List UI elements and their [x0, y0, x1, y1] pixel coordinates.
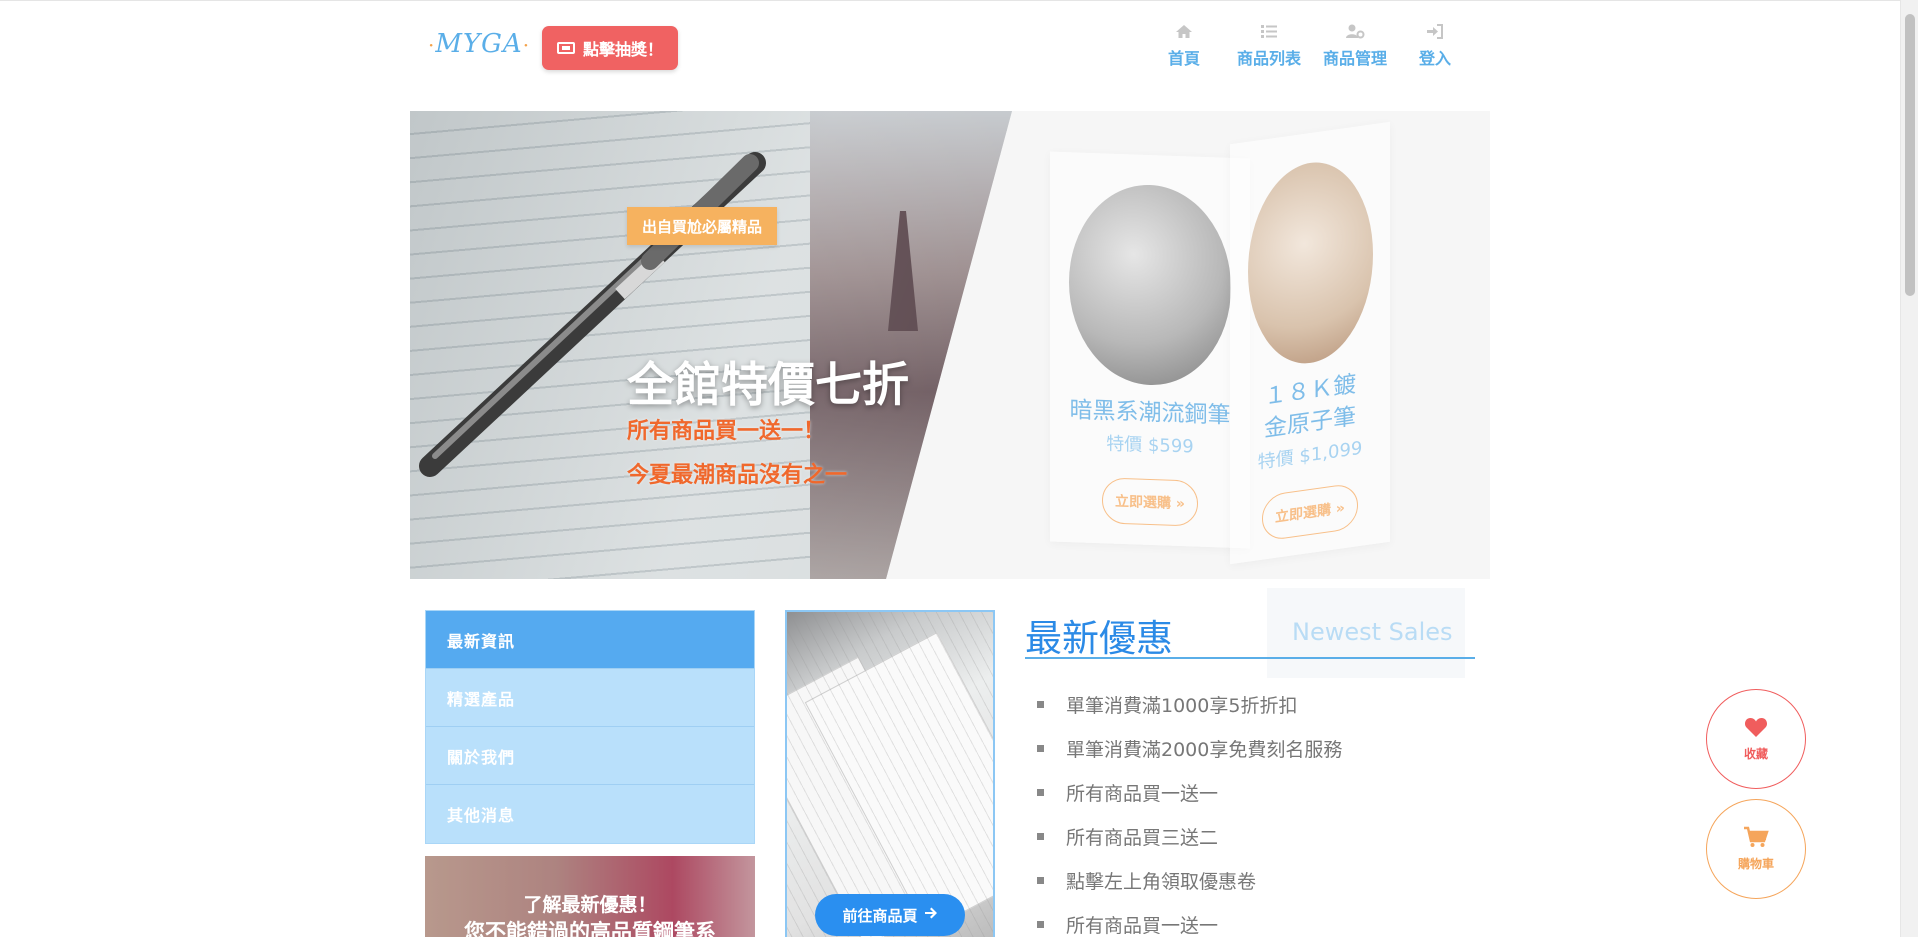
product-card-2[interactable]: １８Ｋ鍍金原子筆 特價 $1,099 立即選購 »: [1230, 121, 1390, 565]
menu-item-latest-news[interactable]: 最新資訊: [426, 611, 754, 669]
product-image: [1069, 182, 1231, 388]
ticket-icon: [556, 42, 575, 54]
list-item-text: 點擊左上角領取優惠卷: [1066, 870, 1257, 893]
list-item: 點擊左上角領取優惠卷: [1037, 858, 1342, 902]
promo-line-2: 您不能錯過的高品質鋼筆系: [464, 920, 716, 937]
nav-home[interactable]: 首頁: [1154, 21, 1214, 69]
list-item-text: 單筆消費滿1000享5折折扣: [1066, 694, 1298, 717]
product-title: 暗黑系潮流鋼筆: [1069, 397, 1231, 429]
sign-in-icon: [1426, 21, 1444, 41]
promo-tag: 出自買尬必屬精品: [627, 207, 777, 245]
list-item-text: 單筆消費滿2000享免費刻名服務: [1066, 738, 1343, 761]
newest-sales-list: 單筆消費滿1000享5折折扣 單筆消費滿2000享免費刻名服務 所有商品買一送一…: [1037, 682, 1342, 937]
goto-product-page-button[interactable]: 前往商品頁: [815, 894, 965, 936]
nav-home-label: 首頁: [1167, 49, 1200, 68]
cart-button[interactable]: 購物車: [1706, 799, 1806, 899]
favorite-button[interactable]: 收藏: [1706, 689, 1806, 789]
bullet-icon: [1037, 744, 1044, 752]
logo-text: MYGA: [435, 29, 523, 59]
list-item: 單筆消費滿2000享免費刻名服務: [1037, 726, 1342, 770]
heart-icon: [1744, 716, 1768, 745]
home-icon: [1175, 21, 1193, 41]
nav-login-label: 登入: [1418, 49, 1451, 68]
bullet-icon: [1037, 920, 1044, 928]
promo-box[interactable]: 了解最新優惠！ 您不能錯過的高品質鋼筆系: [425, 856, 755, 937]
bullet-icon: [1037, 700, 1044, 708]
paper-lines: [787, 612, 993, 937]
list-item: 所有商品買一送一: [1037, 770, 1342, 814]
scrollbar-thumb[interactable]: [1905, 14, 1915, 296]
cart-icon: [1743, 826, 1769, 855]
banner-photo: [410, 111, 1012, 579]
list-item: 所有商品買三送二: [1037, 814, 1342, 858]
product-image: [1247, 154, 1373, 372]
list-item: 所有商品買一送一: [1037, 902, 1342, 937]
product-price: 特價 $599: [1106, 433, 1194, 458]
list-icon: [1260, 21, 1278, 41]
bullet-icon: [1037, 876, 1044, 884]
user-cog-icon: [1345, 21, 1365, 41]
pen-image: [419, 152, 766, 477]
bullet-icon: [1037, 832, 1044, 840]
list-item-text: 所有商品買三送二: [1066, 826, 1219, 849]
cart-label: 購物車: [1737, 857, 1774, 871]
logo-dot-icon: ·: [522, 33, 531, 57]
menu-item-about-us[interactable]: 關於我們: [426, 727, 754, 785]
side-menu: 最新資訊 精選產品 關於我們 其他消息: [425, 610, 755, 844]
bullet-icon: [1037, 788, 1044, 796]
arrow-right-icon: [924, 906, 938, 924]
nav-product-manage[interactable]: 商品管理: [1310, 21, 1400, 69]
banner-title: 全館特價七折: [627, 358, 909, 413]
list-item-text: 所有商品買一送一: [1066, 782, 1219, 805]
banner-subtitle-2: 今夏最潮商品沒有之一: [627, 463, 848, 488]
product-page-card: 前往商品頁: [785, 610, 995, 937]
hero-banner: 出自買尬必屬精品 全館特價七折 所有商品買一送一！ 今夏最潮商品沒有之一 暗黑系…: [410, 111, 1490, 579]
list-item-text: 所有商品買一送一: [1066, 914, 1219, 937]
lottery-button[interactable]: 點擊抽獎！: [542, 26, 678, 70]
list-item: 單筆消費滿1000享5折折扣: [1037, 682, 1342, 726]
menu-item-featured-products[interactable]: 精選產品: [426, 669, 754, 727]
site-header: ·MYGA· 點擊抽獎！ 首頁 商品列表 商品管理 登入: [0, 0, 1900, 110]
lottery-button-label: 點擊抽獎！: [582, 40, 663, 59]
banner-subtitle-1: 所有商品買一送一！: [627, 419, 826, 444]
favorite-label: 收藏: [1743, 747, 1768, 761]
title-underline: [1025, 657, 1475, 659]
goto-button-label: 前往商品頁: [842, 906, 918, 925]
page-scrollbar[interactable]: [1900, 0, 1918, 937]
buy-now-button[interactable]: 立即選購 »: [1262, 482, 1358, 543]
nav-product-manage-label: 商品管理: [1322, 49, 1387, 68]
nav-product-list-label: 商品列表: [1236, 49, 1301, 68]
nav-login[interactable]: 登入: [1405, 21, 1465, 69]
buy-now-button[interactable]: 立即選購 »: [1102, 477, 1198, 527]
product-card-1[interactable]: 暗黑系潮流鋼筆 特價 $599 立即選購 »: [1050, 151, 1250, 549]
nav-product-list[interactable]: 商品列表: [1224, 21, 1314, 69]
newest-sales-ghost-title: Newest Sales: [1292, 618, 1453, 646]
newest-sales-title: 最新優惠: [1025, 617, 1173, 660]
site-logo[interactable]: ·MYGA·: [428, 29, 530, 59]
promo-line-1: 了解最新優惠！: [523, 894, 657, 916]
menu-item-other-news[interactable]: 其他消息: [426, 785, 754, 843]
